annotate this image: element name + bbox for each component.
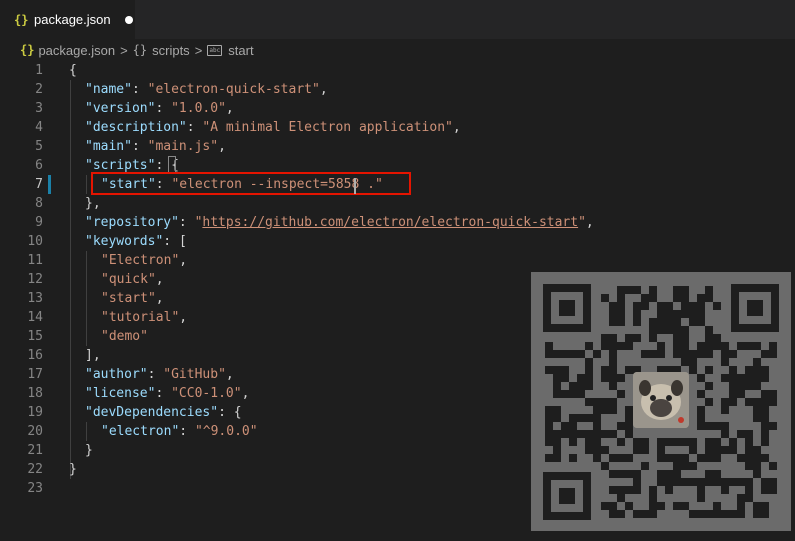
text-cursor bbox=[354, 178, 356, 194]
code-line-3: 3 "version": "1.0.0", bbox=[35, 101, 234, 116]
breadcrumb-item-start[interactable]: start bbox=[228, 43, 253, 58]
breadcrumb: {} package.json > {} scripts > abc start bbox=[0, 39, 795, 61]
chevron-right-icon: > bbox=[120, 42, 128, 58]
code-line-5: 5 "main": "main.js", bbox=[35, 139, 226, 154]
pug-avatar bbox=[633, 372, 689, 428]
annotation-highlight-box bbox=[91, 172, 411, 195]
code-line-9: 9 "repository": "https://github.com/elect… bbox=[35, 215, 594, 230]
tab-label: package.json bbox=[34, 12, 111, 27]
json-braces-icon: {} bbox=[14, 12, 29, 27]
code-line-11: 11 "Electron", bbox=[27, 253, 188, 268]
repository-url-link[interactable]: https://github.com/electron/electron-qui… bbox=[202, 215, 578, 230]
breadcrumb-item-package-json[interactable]: package.json bbox=[38, 43, 115, 58]
object-braces-icon: {} bbox=[132, 43, 148, 57]
code-line-10: 10 "keywords": [ bbox=[27, 234, 187, 249]
tab-package-json[interactable]: {} package.json bbox=[0, 0, 135, 39]
code-line-8: 8}, bbox=[35, 196, 101, 211]
chevron-right-icon: > bbox=[194, 42, 203, 58]
tab-bar: {} package.json bbox=[0, 0, 795, 39]
json-braces-icon: {} bbox=[20, 43, 35, 57]
breadcrumb-item-scripts[interactable]: scripts bbox=[152, 43, 190, 58]
code-line-4: 4 "description": "A minimal Electron appl… bbox=[35, 120, 461, 135]
bracket-match-highlight bbox=[168, 156, 176, 173]
code-line-1: 1{ bbox=[35, 63, 77, 78]
code-line-2: 2 "name": "electron-quick-start", bbox=[35, 82, 328, 97]
string-icon: abc bbox=[207, 44, 223, 56]
unsaved-dot-icon[interactable] bbox=[124, 15, 133, 24]
qr-code-image bbox=[531, 272, 791, 531]
